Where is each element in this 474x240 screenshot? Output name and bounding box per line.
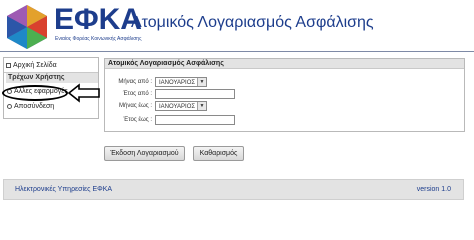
home-bullet-icon — [6, 63, 11, 68]
app-header: ΕΦΚΑ Ενιαίος Φορέας Κοινωνικής Ασφάλισης… — [0, 0, 474, 52]
month-to-row: Μήνας έως : ΙΑΝΟΥΑΡΙΟΣ ▼ — [105, 101, 464, 113]
sidebar-item-other-apps[interactable]: Άλλες εφαρμογές — [7, 88, 68, 95]
efka-logo-icon — [7, 5, 47, 49]
header-divider — [0, 51, 474, 52]
year-to-row: Έτος έως : — [105, 115, 464, 127]
bullet-icon — [7, 89, 12, 94]
issue-account-button[interactable]: Έκδοση Λογαριασμού — [104, 146, 185, 161]
month-to-label: Μήνας έως : — [119, 103, 152, 109]
brand-name: ΕΦΚΑ — [54, 3, 142, 36]
month-from-label: Μήνας από : — [118, 79, 152, 85]
year-from-label: Έτος από : — [122, 91, 152, 97]
month-from-select[interactable]: ΙΑΝΟΥΑΡΙΟΣ ▼ — [155, 77, 207, 87]
annotation-arrow-icon — [68, 83, 100, 103]
sidebar-item-label: Αποσύνδεση — [14, 103, 55, 110]
panel-title: Ατομικός Λογαριασμός Ασφάλισης — [105, 59, 464, 69]
sidebar-item-label: Άλλες εφαρμογές — [14, 88, 68, 95]
footer-services-text: Ηλεκτρονικές Υπηρεσίες ΕΦΚΑ — [15, 186, 113, 193]
sidebar-section-title: Τρέχων Χρήστης — [6, 73, 98, 83]
account-form-panel: Ατομικός Λογαριασμός Ασφάλισης Μήνας από… — [104, 58, 465, 132]
month-from-value: ΙΑΝΟΥΑΡΙΟΣ — [159, 80, 196, 86]
sidebar-item-home[interactable]: Αρχική Σελίδα — [6, 62, 57, 69]
sidebar-item-home-label: Αρχική Σελίδα — [13, 62, 57, 69]
year-from-row: Έτος από : — [105, 89, 464, 101]
footer: Ηλεκτρονικές Υπηρεσίες ΕΦΚΑ version 1.0 — [3, 179, 464, 200]
month-to-select[interactable]: ΙΑΝΟΥΑΡΙΟΣ ▼ — [155, 101, 207, 111]
chevron-down-icon: ▼ — [197, 102, 206, 110]
chevron-down-icon: ▼ — [197, 78, 206, 86]
month-from-row: Μήνας από : ΙΑΝΟΥΑΡΙΟΣ ▼ — [105, 77, 464, 89]
year-to-input[interactable] — [155, 115, 235, 125]
page-title: Ατομικός Λογαριασμός Ασφάλισης — [131, 14, 374, 31]
bullet-icon — [7, 104, 12, 109]
brand-subtitle: Ενιαίος Φορέας Κοινωνικής Ασφάλισης — [55, 36, 142, 42]
footer-version: version 1.0 — [416, 186, 451, 193]
year-from-input[interactable] — [155, 89, 235, 99]
month-to-value: ΙΑΝΟΥΑΡΙΟΣ — [159, 104, 196, 110]
sidebar-item-logout[interactable]: Αποσύνδεση — [7, 103, 54, 110]
year-to-label: Έτος έως : — [123, 117, 152, 123]
clear-button[interactable]: Καθαρισμός — [193, 146, 244, 161]
